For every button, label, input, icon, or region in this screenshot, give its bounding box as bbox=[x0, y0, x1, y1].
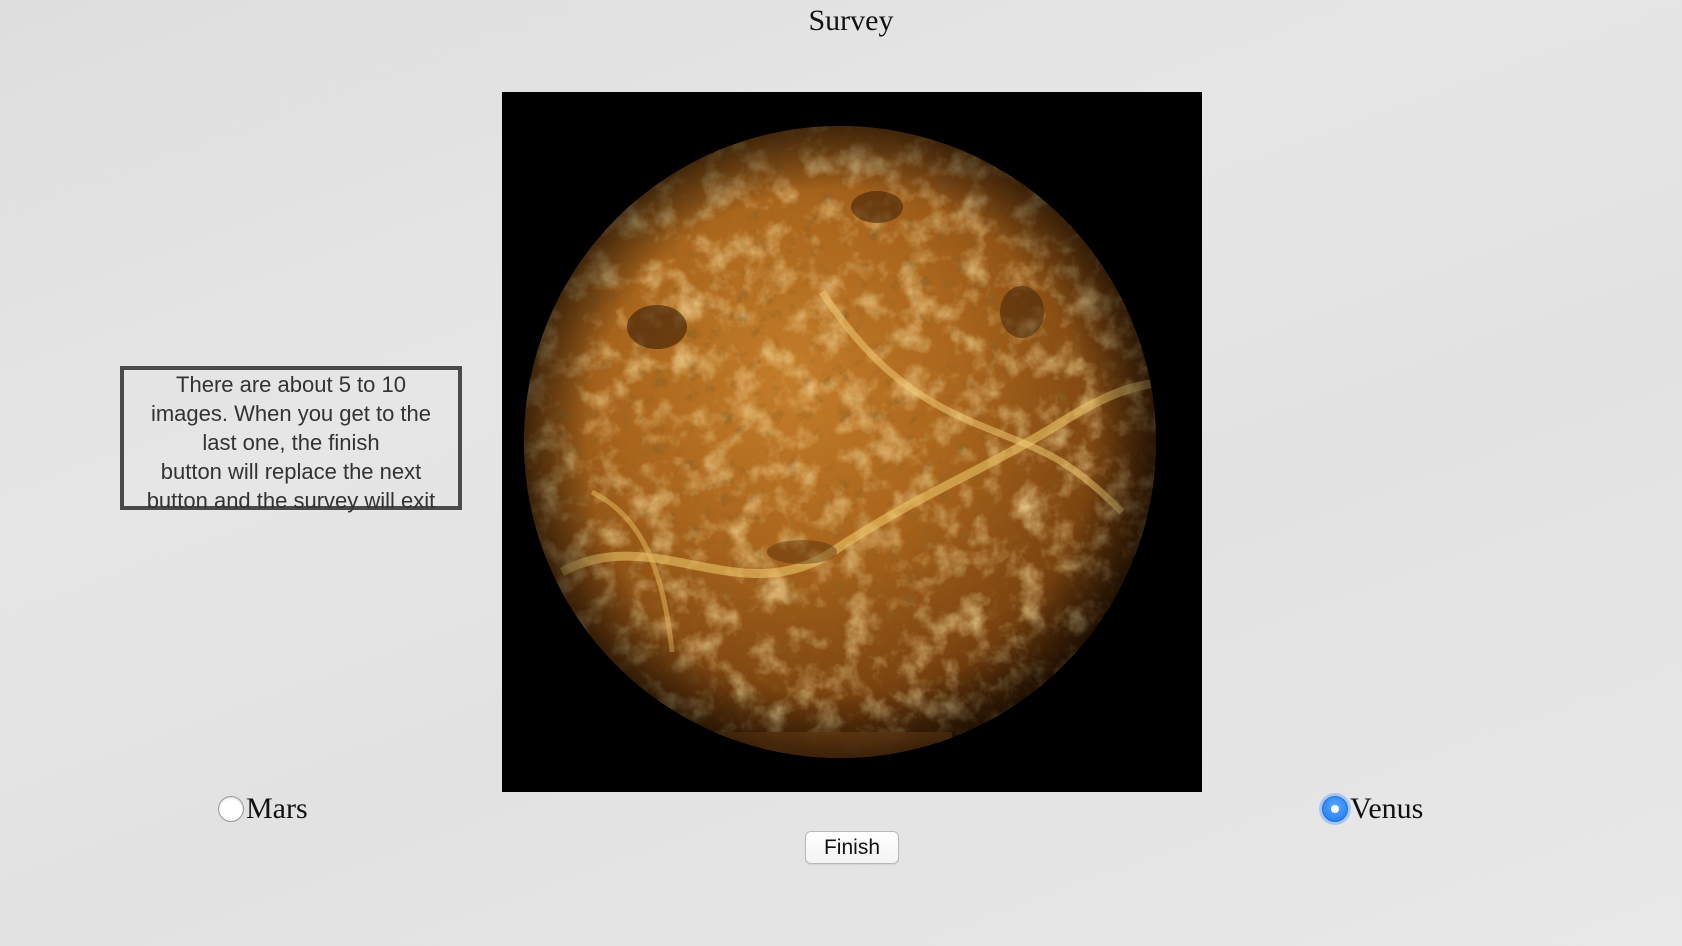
mars-label[interactable]: Mars bbox=[246, 792, 308, 826]
option-venus[interactable]: Venus bbox=[1322, 792, 1423, 826]
page-title: Survey bbox=[808, 4, 894, 37]
finish-button[interactable]: Finish bbox=[805, 831, 899, 864]
venus-planet-graphic bbox=[524, 126, 1156, 758]
venus-label[interactable]: Venus bbox=[1350, 792, 1423, 826]
instructions-box: There are about 5 to 10 images. When you… bbox=[120, 366, 462, 513]
mars-radio-button[interactable] bbox=[218, 796, 244, 822]
venus-radio-button[interactable] bbox=[1322, 796, 1348, 822]
option-mars[interactable]: Mars bbox=[218, 792, 308, 826]
survey-image bbox=[502, 92, 1202, 792]
